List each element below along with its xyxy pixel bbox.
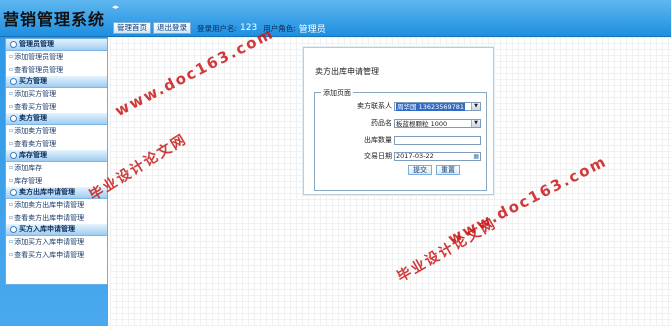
sidebar-item-view-inbound[interactable]: ▫ 查看买方入库申请管理	[6, 249, 107, 262]
group-bullet-icon	[10, 152, 17, 159]
submit-button[interactable]: 提交	[408, 165, 432, 175]
logout-button[interactable]: 退出登录	[153, 22, 191, 34]
menu-group-title: 买方入库申请管理	[19, 225, 75, 233]
seller-row: 卖方联系人 周华国 13623569781 ▼	[315, 101, 481, 111]
app-title: 营销管理系统	[3, 10, 106, 29]
sidebar-item-label: 添加买方管理	[14, 90, 57, 98]
group-bullet-icon	[10, 226, 17, 233]
menu-group-title: 库存管理	[19, 151, 47, 159]
add-fieldset: 添加页面 卖方联系人 周华国 13623569781 ▼ 药品名 板蓝根颗粒 1…	[314, 88, 487, 191]
sidebar-menu: 管理员管理 ▫ 添加管理员管理 ▫ 查看管理员管理 买方管理 ▫ 添加买方管理 ▫ 查看…	[5, 38, 108, 285]
date-label: 交易日期	[364, 152, 392, 160]
seller-label: 卖方联系人	[357, 102, 392, 110]
chevron-down-icon[interactable]: ▼	[471, 119, 480, 127]
reset-button[interactable]: 重置	[436, 165, 460, 175]
sidebar-item-view-outbound[interactable]: ▫ 查看卖方出库申请管理	[6, 212, 107, 225]
seller-selected-value: 周华国 13623569781	[396, 102, 466, 111]
form-actions: 提交 重置	[408, 165, 460, 175]
qty-label: 出库数量	[364, 136, 392, 144]
date-row: 交易日期 2017-03-22 ▦	[315, 151, 481, 161]
sidebar-item-label: 添加买方入库申请管理	[14, 238, 85, 246]
sidebar: 管理员管理 ▫ 添加管理员管理 ▫ 查看管理员管理 买方管理 ▫ 添加买方管理 ▫ 查看…	[0, 37, 108, 326]
sidebar-item-label: 添加卖方管理	[14, 127, 57, 135]
drug-label: 药品名	[371, 119, 392, 127]
qty-input[interactable]	[394, 135, 481, 145]
group-bullet-icon	[10, 78, 17, 85]
menu-group-buyer-inbound[interactable]: 买方入库申请管理	[6, 224, 107, 236]
top-toolbar: 管理首页 退出登录 登录用户名: 123 用户角色: 管理员	[113, 22, 326, 35]
item-bullet-icon: ▫	[9, 164, 14, 171]
sidebar-item-label: 查看买方入库申请管理	[14, 250, 85, 259]
menu-group-admin[interactable]: 管理员管理	[6, 39, 107, 51]
drug-selected-value: 板蓝根颗粒 1000	[396, 119, 448, 128]
fieldset-legend: 添加页面	[321, 88, 353, 98]
sidebar-item-label: 查看管理员管理	[14, 65, 64, 74]
sidebar-item-label: 查看卖方出库申请管理	[14, 213, 85, 222]
group-bullet-icon	[10, 189, 17, 196]
collapse-toggle-icon[interactable]: ◂▸	[112, 3, 119, 11]
item-bullet-icon: ▫	[9, 139, 14, 147]
sidebar-item-add-buyer[interactable]: ▫ 添加买方管理	[6, 88, 107, 101]
menu-group-title: 卖方出库申请管理	[19, 188, 75, 196]
seller-select[interactable]: 周华国 13623569781 ▼	[394, 101, 481, 111]
sidebar-item-label: 添加库存	[14, 164, 43, 172]
item-bullet-icon: ▫	[9, 90, 14, 97]
sidebar-item-add-admin[interactable]: ▫ 添加管理员管理	[6, 51, 107, 64]
calendar-icon[interactable]: ▦	[473, 153, 479, 160]
group-bullet-icon	[10, 115, 17, 122]
qty-row: 出库数量	[315, 135, 481, 145]
item-bullet-icon: ▫	[9, 238, 14, 245]
item-bullet-icon: ▫	[9, 102, 14, 110]
group-bullet-icon	[10, 41, 17, 48]
item-bullet-icon: ▫	[9, 65, 14, 73]
item-bullet-icon: ▫	[9, 127, 14, 134]
sidebar-item-view-seller[interactable]: ▫ 查看卖方管理	[6, 138, 107, 151]
drug-row: 药品名 板蓝根颗粒 1000 ▼	[315, 118, 481, 128]
page-title: 卖方出库申请管理	[315, 67, 379, 76]
item-bullet-icon: ▫	[9, 213, 14, 221]
app-header: 营销管理系统 ◂▸ 管理首页 退出登录 登录用户名: 123 用户角色: 管理员	[0, 0, 671, 37]
menu-group-seller[interactable]: 卖方管理	[6, 113, 107, 125]
role-value: 管理员	[298, 24, 326, 35]
sidebar-item-label: 添加卖方出库申请管理	[14, 201, 85, 209]
sidebar-item-label: 查看卖方管理	[14, 139, 57, 148]
sidebar-item-label: 添加管理员管理	[14, 53, 64, 61]
drug-select[interactable]: 板蓝根颗粒 1000 ▼	[394, 118, 481, 128]
menu-group-inventory[interactable]: 库存管理	[6, 150, 107, 162]
menu-group-buyer[interactable]: 买方管理	[6, 76, 107, 88]
menu-group-title: 卖方管理	[19, 114, 47, 122]
sidebar-item-add-inbound[interactable]: ▫ 添加买方入库申请管理	[6, 236, 107, 249]
sidebar-item-label: 库存管理	[14, 176, 43, 185]
item-bullet-icon: ▫	[9, 201, 14, 208]
home-button[interactable]: 管理首页	[113, 22, 151, 34]
username-label: 登录用户名:	[197, 23, 238, 33]
item-bullet-icon: ▫	[9, 176, 14, 184]
sidebar-item-view-admin[interactable]: ▫ 查看管理员管理	[6, 64, 107, 77]
sidebar-item-add-outbound[interactable]: ▫ 添加卖方出库申请管理	[6, 199, 107, 212]
date-input[interactable]: 2017-03-22 ▦	[394, 151, 481, 161]
date-value: 2017-03-22	[396, 151, 434, 160]
chevron-down-icon[interactable]: ▼	[471, 102, 480, 110]
menu-group-title: 买方管理	[19, 77, 47, 85]
sidebar-item-view-buyer[interactable]: ▫ 查看买方管理	[6, 101, 107, 114]
item-bullet-icon: ▫	[9, 250, 14, 258]
item-bullet-icon: ▫	[9, 53, 14, 60]
menu-group-title: 管理员管理	[19, 40, 54, 48]
sidebar-item-add-seller[interactable]: ▫ 添加卖方管理	[6, 125, 107, 138]
sidebar-item-label: 查看买方管理	[14, 102, 57, 111]
sidebar-item-add-inventory[interactable]: ▫ 添加库存	[6, 162, 107, 175]
form-panel: 卖方出库申请管理 添加页面 卖方联系人 周华国 13623569781 ▼ 药品…	[303, 47, 494, 195]
